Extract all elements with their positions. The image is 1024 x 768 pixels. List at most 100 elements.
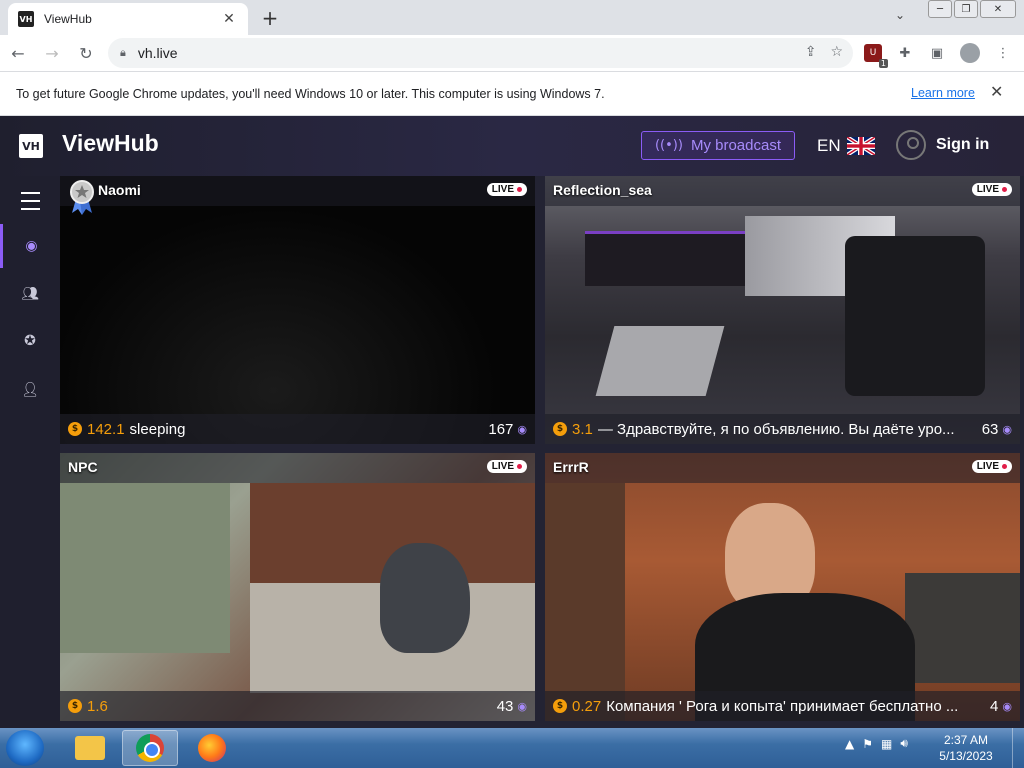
browser-toolbar: ← → ↻ 🔒︎ vh.live ⇪ ☆ U 1 ✚ ▣ ⋮ [0,35,1024,71]
coin-value: 142.1 [87,420,125,438]
browser-tab-strip: VH ViewHub ✕ + ⌄ ─ ❐ ✕ [0,0,1024,35]
viewer-count: 63 [981,420,999,438]
site-brand[interactable]: ViewHub [62,130,159,157]
stream-status: — Здравствуйте, я по объявлению. Вы даёт… [597,420,955,438]
extensions-puzzle-icon[interactable]: ✚ [896,44,914,62]
coin-icon: $ [553,422,567,436]
stream-title[interactable]: ErrrR [553,459,589,475]
restore-window-button[interactable]: ❐ [954,0,978,18]
menu-kebab-icon[interactable]: ⋮ [994,44,1012,62]
live-badge: LIVE [971,183,1012,196]
stream-card[interactable]: ErrrR LIVE $ 0.27 Компания ' Рога и копы… [545,453,1020,721]
forward-button[interactable]: → [36,37,68,69]
coin-icon: $ [68,422,82,436]
infobar-close-icon[interactable]: ✕ [990,82,1003,101]
eye-icon: ◉ [517,422,527,436]
broadcast-icon: ((•)) [654,138,683,153]
taskbar-clock[interactable]: 2:37 AM 5/13/2023 [930,732,1002,764]
update-infobar: To get future Google Chrome updates, you… [0,71,1024,116]
clock-time: 2:37 AM [943,733,989,747]
viewer-count: 4 [990,697,999,715]
sidebar: ◉ 👥︎ ✪ 👤︎ [0,176,60,728]
site-header: VH ViewHub ((•)) My broadcast EN Sign in [0,116,1024,176]
bookmark-star-icon[interactable]: ☆ [830,44,843,60]
stream-card[interactable]: Reflection_sea LIVE $ 3.1 — Здравствуйте… [545,176,1020,444]
folder-icon [75,736,105,760]
chrome-icon [136,734,164,762]
profile-avatar-icon[interactable] [960,43,980,63]
system-tray: ▲ ⚑ ▦ 🔊︎ [845,736,908,751]
tab-close-icon[interactable]: ✕ [220,11,238,27]
coin-value: 1.6 [87,697,108,715]
language-label: EN [817,136,841,155]
stream-info-bar: $ 1.6 43 ◉ [60,691,535,721]
back-button[interactable]: ← [2,37,34,69]
stream-card[interactable]: NPC LIVE $ 1.6 43 ◉ [60,453,535,721]
firefox-icon [198,734,226,762]
start-button[interactable] [6,730,44,766]
action-center-icon[interactable]: ⚑ [862,737,873,751]
live-label: LIVE [976,461,999,472]
reload-button[interactable]: ↻ [70,37,102,69]
webcam-icon[interactable]: ◉ [0,224,60,268]
live-badge: LIVE [486,183,527,196]
coin-value: 3.1 [572,420,593,438]
stream-title[interactable]: Reflection_sea [553,182,652,198]
stream-card[interactable]: Naomi LIVE $ 142.1 sleeping 167 ◉ [60,176,535,444]
tray-expand-icon[interactable]: ▲ [845,737,854,751]
extension-badge: 1 [878,59,888,68]
clock-date: 5/13/2023 [939,749,993,763]
hamburger-menu-icon[interactable] [21,192,40,216]
uk-flag-icon [846,137,875,155]
coin-icon: $ [68,699,82,713]
address-bar[interactable]: 🔒︎ vh.live ⇪ ☆ [108,38,853,68]
viewer-count: 43 [496,697,514,715]
taskbar-explorer[interactable] [62,730,118,766]
stream-title[interactable]: NPC [68,459,98,475]
users-icon[interactable]: 👥︎ [0,272,60,316]
infobar-message: To get future Google Chrome updates, you… [16,86,605,101]
lock-icon[interactable]: 🔒︎ [120,46,126,60]
taskbar-firefox[interactable] [184,730,240,766]
my-broadcast-button[interactable]: ((•)) My broadcast [641,131,795,160]
stream-title[interactable]: Naomi [98,182,141,198]
stream-status: sleeping [129,420,186,438]
tab-search-icon[interactable]: ⌄ [895,8,905,22]
viewer-count: 167 [488,420,514,438]
site-logo[interactable]: VH [19,134,43,158]
profile-icon[interactable]: 👤︎ [0,368,60,412]
tab-favicon-icon: VH [18,11,34,27]
url-text: vh.live [137,45,178,61]
network-icon[interactable]: ▦ [881,737,892,751]
minimize-window-button[interactable]: ─ [928,0,952,18]
windows-taskbar: ▲ ⚑ ▦ 🔊︎ 2:37 AM 5/13/2023 [0,728,1024,768]
learn-more-link[interactable]: Learn more [911,86,975,100]
live-label: LIVE [491,184,514,195]
sign-in-button[interactable]: Sign in [896,130,989,160]
tab-title: ViewHub [44,12,92,26]
live-badge: LIVE [971,460,1012,473]
streamer-icon[interactable]: ✪ [0,319,60,363]
extension-shield-icon[interactable]: U 1 [864,44,888,68]
close-window-button[interactable]: ✕ [980,0,1016,18]
user-icon [896,130,926,160]
stream-info-bar: $ 142.1 sleeping 167 ◉ [60,414,535,444]
side-panel-icon[interactable]: ▣ [928,44,946,62]
show-desktop-button[interactable] [1012,728,1024,768]
eye-icon: ◉ [1002,422,1012,436]
live-badge: LIVE [486,460,527,473]
eye-icon: ◉ [517,699,527,713]
eye-icon: ◉ [1002,699,1012,713]
live-label: LIVE [976,184,999,195]
stream-info-bar: $ 3.1 — Здравствуйте, я по объявлению. В… [545,414,1020,444]
volume-icon[interactable]: 🔊︎ [900,736,908,751]
taskbar-chrome[interactable] [122,730,178,766]
stream-status: Компания ' Рога и копыта' принимает бесп… [606,697,959,715]
streams-grid: Naomi LIVE $ 142.1 sleeping 167 ◉ Reflec… [60,176,1024,728]
sign-in-label: Sign in [936,136,990,153]
browser-tab[interactable]: VH ViewHub ✕ [8,3,248,35]
new-tab-button[interactable]: + [258,6,282,30]
stream-info-bar: $ 0.27 Компания ' Рога и копыта' принима… [545,691,1020,721]
share-icon[interactable]: ⇪ [805,44,817,60]
language-selector[interactable]: EN [817,136,875,156]
